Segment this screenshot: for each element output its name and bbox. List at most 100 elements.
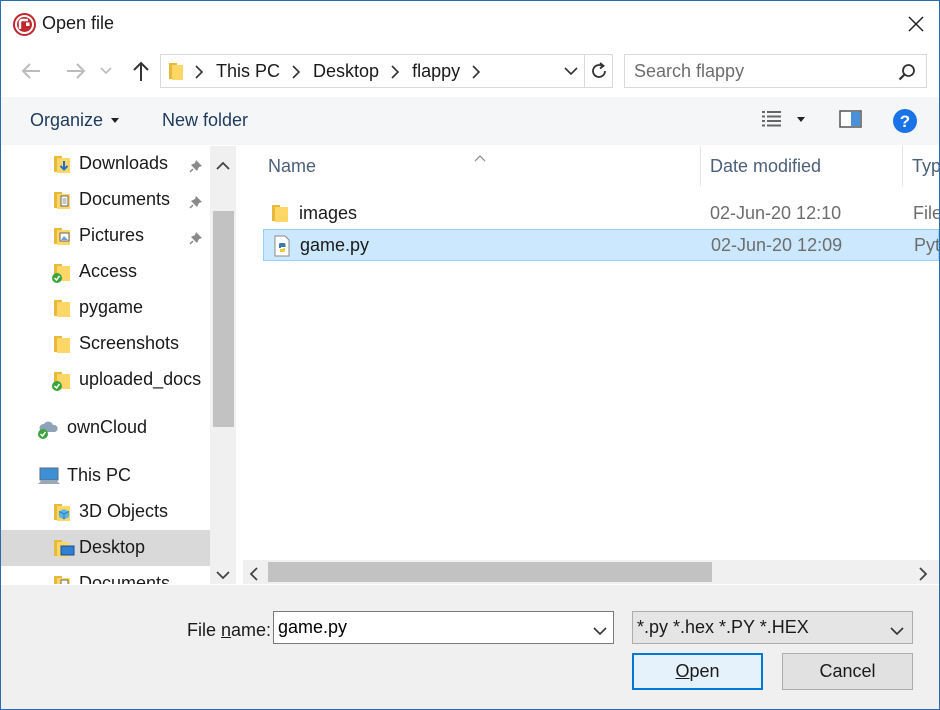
computer-icon <box>37 466 61 491</box>
synced-folder-icon <box>51 370 73 397</box>
search-icon[interactable] <box>898 63 916 86</box>
dialog-footer: File name: *.py *.hex *.PY *.HEX Open Ca… <box>1 585 939 709</box>
nav-item-owncloud[interactable]: ownCloud <box>1 410 210 446</box>
python-file-icon <box>272 235 292 262</box>
window-title: Open file <box>42 13 115 33</box>
file-name-input[interactable] <box>278 617 578 638</box>
file-name-combo[interactable] <box>273 611 614 644</box>
breadcrumb-flappy[interactable]: flappy <box>412 61 460 82</box>
cancel-button[interactable]: Cancel <box>782 653 913 690</box>
forward-button[interactable] <box>61 57 91 85</box>
search-input[interactable] <box>634 61 884 82</box>
open-file-dialog: Open file This PC Desktop flappy Search … <box>0 0 940 710</box>
nav-item-screenshots[interactable]: Screenshots <box>1 326 210 362</box>
file-date: 02-Jun-20 12:09 <box>711 235 843 255</box>
nav-label: Access <box>79 261 138 281</box>
3d-objects-folder-icon <box>53 502 73 527</box>
pin-icon[interactable] <box>189 229 203 250</box>
breadcrumb-this-pc[interactable]: This PC <box>216 61 280 82</box>
nav-item-pygame[interactable]: pygame <box>1 290 210 326</box>
scroll-left-icon[interactable] <box>249 565 258 584</box>
scroll-down-icon[interactable] <box>216 564 230 584</box>
address-row: This PC Desktop flappy <box>1 47 939 97</box>
back-arrow-icon <box>21 63 40 79</box>
chevron-down-icon <box>100 67 112 75</box>
desktop-folder-icon <box>53 538 75 563</box>
open-button[interactable]: Open <box>632 653 763 690</box>
file-type: Pytl <box>914 235 939 255</box>
cancel-button-label: Cancel <box>819 661 876 681</box>
file-list: Name Date modified Typ images 02-Jun-20 … <box>243 146 939 584</box>
column-header-name[interactable]: Name <box>268 146 316 186</box>
pictures-folder-icon <box>53 226 73 251</box>
help-button[interactable]: ? <box>892 108 918 139</box>
up-button[interactable] <box>126 57 156 85</box>
change-view-button[interactable] <box>761 109 805 129</box>
new-folder-button[interactable]: New folder <box>162 110 248 131</box>
app-icon <box>13 13 36 36</box>
file-type: File <box>913 203 939 223</box>
folder-icon <box>168 61 184 86</box>
preview-pane-button[interactable] <box>839 109 863 134</box>
pin-icon[interactable] <box>189 157 203 178</box>
column-divider[interactable] <box>902 146 903 186</box>
nav-item-desktop[interactable]: Desktop <box>1 530 210 566</box>
pin-icon[interactable] <box>189 193 203 214</box>
file-row-game-py[interactable]: game.py 02-Jun-20 12:09 Pytl <box>263 229 939 261</box>
file-list-horizontal-scrollbar[interactable] <box>243 560 939 584</box>
close-icon <box>908 16 924 32</box>
nav-item-3d-objects[interactable]: 3D Objects <box>1 494 210 530</box>
scroll-up-icon[interactable] <box>216 154 230 175</box>
column-divider[interactable] <box>700 146 701 186</box>
chevron-right-icon[interactable] <box>292 64 301 79</box>
nav-label: uploaded_docs <box>79 369 202 389</box>
column-header-type[interactable]: Typ <box>912 146 939 186</box>
search-box[interactable] <box>624 54 927 88</box>
nav-label: Desktop <box>79 537 146 557</box>
caret-down-icon[interactable] <box>797 116 805 122</box>
chevron-right-icon[interactable] <box>472 64 481 79</box>
scrollbar-thumb[interactable] <box>268 562 712 582</box>
back-button[interactable] <box>16 57 46 85</box>
command-bar: Organize New folder <box>1 97 939 145</box>
nav-label: pygame <box>79 297 144 317</box>
chevron-right-icon[interactable] <box>391 64 400 79</box>
sort-ascending-icon <box>474 146 486 167</box>
synced-folder-icon <box>51 262 73 289</box>
nav-label: 3D Objects <box>79 501 169 521</box>
nav-item-documents-pc[interactable]: Documents <box>1 566 210 584</box>
up-arrow-icon <box>133 61 149 81</box>
organize-button[interactable]: Organize <box>30 110 120 131</box>
nav-scrollbar[interactable] <box>210 146 236 584</box>
nav-item-documents[interactable]: Documents <box>1 182 210 218</box>
address-history-button[interactable] <box>558 55 584 87</box>
documents-folder-icon <box>53 574 73 584</box>
recent-locations-button[interactable] <box>96 57 116 85</box>
file-name: game.py <box>300 235 370 255</box>
file-date: 02-Jun-20 12:10 <box>710 203 842 223</box>
scrollbar-thumb[interactable] <box>213 211 234 427</box>
file-row-images[interactable]: images 02-Jun-20 12:10 File <box>263 198 939 230</box>
folder-icon <box>271 203 291 228</box>
cloud-icon <box>37 418 61 445</box>
file-type-select[interactable]: *.py *.hex *.PY *.HEX <box>632 611 913 644</box>
close-button[interactable] <box>893 1 939 47</box>
nav-item-pictures[interactable]: Pictures <box>1 218 210 254</box>
chevron-right-icon[interactable] <box>195 64 204 79</box>
scroll-right-icon[interactable] <box>919 565 928 584</box>
refresh-icon <box>592 62 606 78</box>
nav-item-downloads[interactable]: Downloads <box>1 146 210 182</box>
folder-icon <box>53 334 73 359</box>
chevron-down-icon <box>890 620 904 641</box>
nav-label: ownCloud <box>67 417 148 437</box>
chevron-down-icon[interactable] <box>593 620 607 641</box>
column-header-date-modified[interactable]: Date modified <box>710 146 821 186</box>
breadcrumb-desktop[interactable]: Desktop <box>313 61 379 82</box>
address-bar[interactable]: This PC Desktop flappy <box>160 54 613 88</box>
nav-item-access[interactable]: Access <box>1 254 210 290</box>
refresh-button[interactable] <box>584 55 613 87</box>
forward-arrow-icon <box>67 63 86 79</box>
nav-item-this-pc[interactable]: This PC <box>1 458 210 494</box>
nav-item-uploaded-docs[interactable]: uploaded_docs <box>1 362 210 398</box>
nav-label: Documents <box>79 573 171 584</box>
